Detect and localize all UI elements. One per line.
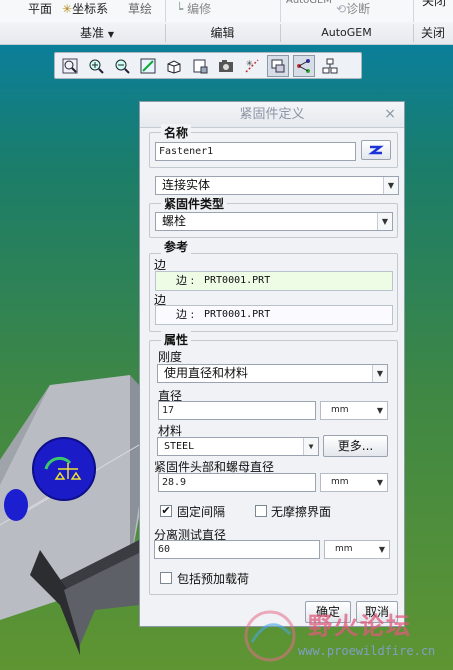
- fastener-glyph-icon: [368, 145, 384, 155]
- frictionless-label: 无摩擦界面: [271, 505, 332, 519]
- frictionless-checkbox[interactable]: [255, 505, 267, 517]
- properties-label: 属性: [161, 331, 192, 348]
- group-datum[interactable]: 基准 ▼: [30, 22, 164, 44]
- watermark-logo-icon: [244, 610, 296, 662]
- plane-button[interactable]: 平面: [28, 0, 52, 22]
- saved-views-icon[interactable]: [189, 55, 211, 77]
- separation-test-unit-select[interactable]: mm ▼: [324, 540, 390, 559]
- name-edit-button[interactable]: [361, 140, 391, 160]
- sketch-button[interactable]: 草绘: [128, 0, 152, 22]
- close-icon[interactable]: ×: [384, 102, 396, 127]
- annotation-display-icon[interactable]: [319, 55, 341, 77]
- zoom-out-icon[interactable]: [111, 55, 133, 77]
- csys-icon: ✳: [62, 2, 73, 16]
- zoom-fit-icon[interactable]: [59, 55, 81, 77]
- diameter-input[interactable]: 17: [158, 401, 316, 420]
- diameter-unit-select[interactable]: mm ▼: [320, 401, 388, 420]
- close-ribbon-button[interactable]: 关闭: [422, 0, 446, 14]
- stiffness-label: 刚度: [158, 350, 183, 364]
- svg-text:✳: ✳: [246, 59, 253, 68]
- csys-button[interactable]: ✳坐标系: [62, 0, 108, 22]
- separation-test-input[interactable]: 60: [154, 540, 320, 559]
- chevron-down-icon: ▼: [378, 545, 386, 554]
- graphics-toolbar: ✳: [54, 52, 362, 79]
- head-diameter-input[interactable]: 28.9: [158, 473, 316, 492]
- diagnose-button[interactable]: ⟲诊断: [336, 0, 370, 22]
- name-input[interactable]: Fastener1: [155, 142, 356, 161]
- edit-button[interactable]: ┕ 编修: [176, 0, 211, 22]
- fixed-spacing-label: 固定间隔: [177, 505, 226, 519]
- display-style-icon[interactable]: [215, 55, 237, 77]
- ribbon-group-bar: 基准 ▼ 编辑 AutoGEM 关闭: [0, 22, 453, 45]
- preload-checkbox[interactable]: [160, 572, 172, 584]
- chevron-down-icon: ▼: [107, 30, 114, 39]
- diagnose-icon: ⟲: [336, 2, 347, 16]
- more-materials-button[interactable]: 更多...: [323, 435, 388, 457]
- spin-center-icon[interactable]: [267, 54, 289, 77]
- ribbon-top-row: 平面 ✳坐标系 草绘 ┕ 编修 AutoGEM ⟲诊断 关闭: [0, 0, 453, 23]
- chevron-down-icon: ▼: [383, 177, 398, 194]
- stiffness-select[interactable]: 使用直径和材料 ▼: [157, 364, 388, 383]
- chevron-down-icon: ▼: [372, 365, 387, 382]
- group-autogem: AutoGEM: [321, 26, 372, 39]
- zoom-in-icon[interactable]: [85, 55, 107, 77]
- datum-display-icon[interactable]: ✳: [241, 55, 263, 77]
- chevron-down-icon: ▼: [377, 213, 392, 230]
- site-watermark: 野火论坛 www.proewildfire.cn: [240, 602, 453, 670]
- fastener-type-select[interactable]: 螺栓 ▼: [155, 212, 393, 231]
- autogem-button[interactable]: AutoGEM: [286, 0, 332, 14]
- group-close: 关闭: [420, 26, 445, 40]
- connect-type-select[interactable]: 连接实体 ▼: [155, 176, 399, 195]
- ref2-collector[interactable]: 边 : PRT0001.PRT: [155, 305, 393, 325]
- view-orient-icon[interactable]: [163, 55, 185, 77]
- fastener-type-label: 紧固件类型: [161, 195, 228, 212]
- watermark-url: www.proewildfire.cn: [298, 644, 436, 658]
- chevron-down-icon: ▼: [376, 478, 384, 487]
- repaint-icon[interactable]: [137, 55, 159, 77]
- dialog-title: 紧固件定义: [239, 107, 305, 122]
- edit-icon: ┕: [176, 2, 184, 16]
- mesh-display-icon[interactable]: [293, 54, 315, 77]
- fastener-definition-dialog: 紧固件定义 × 名称 Fastener1 连接实体 ▼ 紧固件类型 螺栓 ▼ 参考 …: [139, 101, 405, 627]
- chevron-down-icon: ▼: [303, 438, 318, 455]
- chevron-down-icon: ▼: [376, 406, 384, 415]
- head-diameter-unit-select[interactable]: mm ▼: [320, 473, 388, 492]
- references-label: 参考: [161, 238, 192, 255]
- preload-label: 包括预加载荷: [177, 572, 250, 586]
- ref1-collector[interactable]: 边 : PRT0001.PRT: [155, 271, 393, 291]
- material-select[interactable]: STEEL ▼: [157, 437, 319, 456]
- watermark-title: 野火论坛: [308, 612, 412, 640]
- group-edit: 编辑: [210, 26, 235, 40]
- name-label: 名称: [161, 124, 192, 141]
- fixed-spacing-checkbox[interactable]: ✔: [160, 505, 172, 517]
